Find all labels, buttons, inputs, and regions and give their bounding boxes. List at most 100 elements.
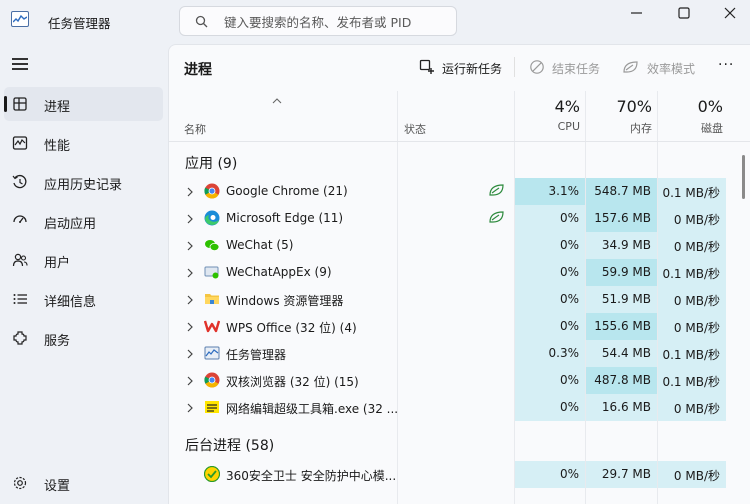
disk-cell: 0 MB/秒 — [658, 461, 726, 488]
chrome-icon — [204, 183, 220, 199]
efficiency-mode-label: 效率模式 — [647, 61, 696, 76]
vertical-scrollbar-thumb[interactable] — [742, 155, 745, 199]
cpu-cell: 0% — [515, 205, 585, 232]
sidebar-item-label: 用户 — [44, 256, 71, 271]
cpu-cell: 0% — [515, 259, 585, 286]
gear-icon — [12, 475, 28, 491]
table-row[interactable]: WPS Office (32 位) (4) 0% 155.6 MB 0 MB/秒 — [169, 313, 750, 340]
chevron-right-icon[interactable] — [187, 294, 193, 309]
search-icon — [195, 15, 208, 32]
sidebar-item-details[interactable]: 详细信息 — [0, 282, 163, 316]
sidebar-item-app-history[interactable]: 应用历史记录 — [0, 165, 163, 199]
process-name: WeChatAppEx (9) — [226, 265, 332, 279]
memory-cell: 54.4 MB — [586, 340, 657, 367]
search-input[interactable] — [224, 12, 450, 32]
chevron-right-icon[interactable] — [187, 267, 193, 282]
disk-label: 磁盘 — [701, 122, 723, 135]
table-row[interactable]: WeChat (5) 0% 34.9 MB 0 MB/秒 — [169, 232, 750, 259]
table-row[interactable]: 网络编辑超级工具箱.exe (32 ... 0% 16.6 MB 0 MB/秒 — [169, 394, 750, 421]
cpu-cell: 0% — [515, 286, 585, 313]
toolbox-icon — [204, 399, 220, 415]
efficiency-leaf-icon — [622, 59, 640, 78]
memory-cell: 487.8 MB — [586, 367, 657, 394]
efficiency-leaf-icon — [488, 210, 505, 229]
process-name: WPS Office (32 位) (4) — [226, 321, 357, 335]
sidebar-item-users[interactable]: 用户 — [0, 243, 163, 277]
disk-cell: 0.1 MB/秒 — [658, 259, 726, 286]
close-button[interactable] — [707, 0, 750, 26]
maximize-button[interactable] — [661, 0, 707, 26]
disk-cell: 0.1 MB/秒 — [658, 178, 726, 205]
sidebar-item-processes[interactable]: 进程 — [4, 87, 163, 121]
cpu-label: CPU — [557, 120, 580, 133]
chevron-right-icon[interactable] — [187, 375, 193, 390]
column-header-name[interactable]: 名称 — [184, 121, 206, 137]
table-row[interactable]: 360安全卫士 安全防护中心模... 0% 29.7 MB 0 MB/秒 — [169, 461, 750, 488]
sidebar-item-label: 性能 — [44, 139, 71, 154]
run-new-task-button[interactable]: 运行新任务 — [419, 57, 502, 79]
users-icon — [12, 252, 28, 268]
wechat-app-ex-icon — [204, 264, 220, 280]
cpu-cell: 0% — [515, 232, 585, 259]
disk-total-percent: 0% — [697, 97, 723, 116]
run-new-task-label: 运行新任务 — [442, 61, 503, 76]
cpu-total-percent: 4% — [554, 97, 580, 116]
sidebar-item-startup[interactable]: 启动应用 — [0, 204, 163, 238]
column-header-cpu[interactable]: 4% CPU — [515, 97, 580, 133]
cpu-cell: 0.3% — [515, 340, 585, 367]
file-explorer-folder-icon — [204, 291, 220, 307]
sort-ascending-icon[interactable] — [272, 93, 282, 108]
process-name: 360安全卫士 安全防护中心模... — [226, 469, 397, 483]
sidebar-item-label: 应用历史记录 — [44, 178, 123, 193]
table-row[interactable]: 双核浏览器 (32 位) (15) 0% 487.8 MB 0.1 MB/秒 — [169, 367, 750, 394]
process-name: Google Chrome (21) — [226, 184, 348, 198]
efficiency-mode-button[interactable]: 效率模式 — [622, 57, 695, 79]
sidebar-item-performance[interactable]: 性能 — [0, 126, 163, 160]
wps-office-icon — [203, 318, 221, 334]
end-task-button[interactable]: 结束任务 — [529, 57, 600, 79]
table-row[interactable]: WeChatAppEx (9) 0% 59.9 MB 0.1 MB/秒 — [169, 259, 750, 286]
sidebar-item-settings[interactable]: 设置 — [0, 466, 163, 500]
disk-cell: 0 MB/秒 — [658, 313, 726, 340]
details-icon — [12, 291, 28, 307]
sidebar-item-services[interactable]: 服务 — [0, 321, 163, 355]
search-box[interactable] — [179, 6, 457, 36]
table-row[interactable]: Windows 资源管理器 0% 51.9 MB 0 MB/秒 — [169, 286, 750, 313]
table-row[interactable]: 任务管理器 0.3% 54.4 MB 0.1 MB/秒 — [169, 340, 750, 367]
group-header-apps[interactable]: 应用 (9) — [185, 153, 237, 173]
disk-cell: 0 MB/秒 — [658, 394, 726, 421]
cpu-cell: 0% — [515, 313, 585, 340]
chevron-right-icon[interactable] — [187, 240, 193, 255]
group-header-background[interactable]: 后台进程 (58) — [185, 435, 274, 455]
process-name: 网络编辑超级工具箱.exe (32 ... — [226, 402, 399, 416]
chevron-right-icon[interactable] — [187, 348, 193, 363]
sidebar-item-label: 服务 — [44, 334, 71, 349]
task-manager-icon — [204, 345, 220, 361]
dual-core-browser-icon — [204, 372, 220, 388]
chevron-right-icon[interactable] — [187, 321, 193, 336]
process-name: 双核浏览器 (32 位) (15) — [226, 375, 359, 389]
column-header-memory[interactable]: 70% 内存 — [586, 97, 652, 136]
column-header-disk[interactable]: 0% 磁盘 — [658, 97, 723, 136]
disk-cell: 0.1 MB/秒 — [658, 367, 726, 394]
minimize-button[interactable] — [614, 0, 660, 26]
column-header-status[interactable]: 状态 — [404, 121, 426, 137]
table-row[interactable]: Microsoft Edge (11) 0% 157.6 MB 0 MB/秒 — [169, 205, 750, 232]
edge-icon — [204, 210, 220, 226]
performance-icon — [12, 135, 28, 151]
active-indicator — [4, 96, 7, 112]
cpu-cell: 0% — [515, 367, 585, 394]
more-options-icon[interactable]: ··· — [718, 57, 734, 73]
chevron-right-icon[interactable] — [187, 213, 193, 228]
chevron-right-icon[interactable] — [187, 402, 193, 417]
task-manager-app-icon — [11, 11, 29, 27]
header-divider — [169, 141, 750, 142]
process-name: Windows 资源管理器 — [226, 294, 344, 308]
cpu-cell: 0% — [515, 394, 585, 421]
chevron-right-icon[interactable] — [187, 186, 193, 201]
table-row[interactable]: Google Chrome (21) 3.1% 548.7 MB 0.1 MB/… — [169, 178, 750, 205]
process-name: Microsoft Edge (11) — [226, 211, 344, 225]
process-name: WeChat (5) — [226, 238, 294, 252]
memory-cell: 157.6 MB — [586, 205, 657, 232]
hamburger-menu-icon[interactable] — [12, 56, 30, 70]
